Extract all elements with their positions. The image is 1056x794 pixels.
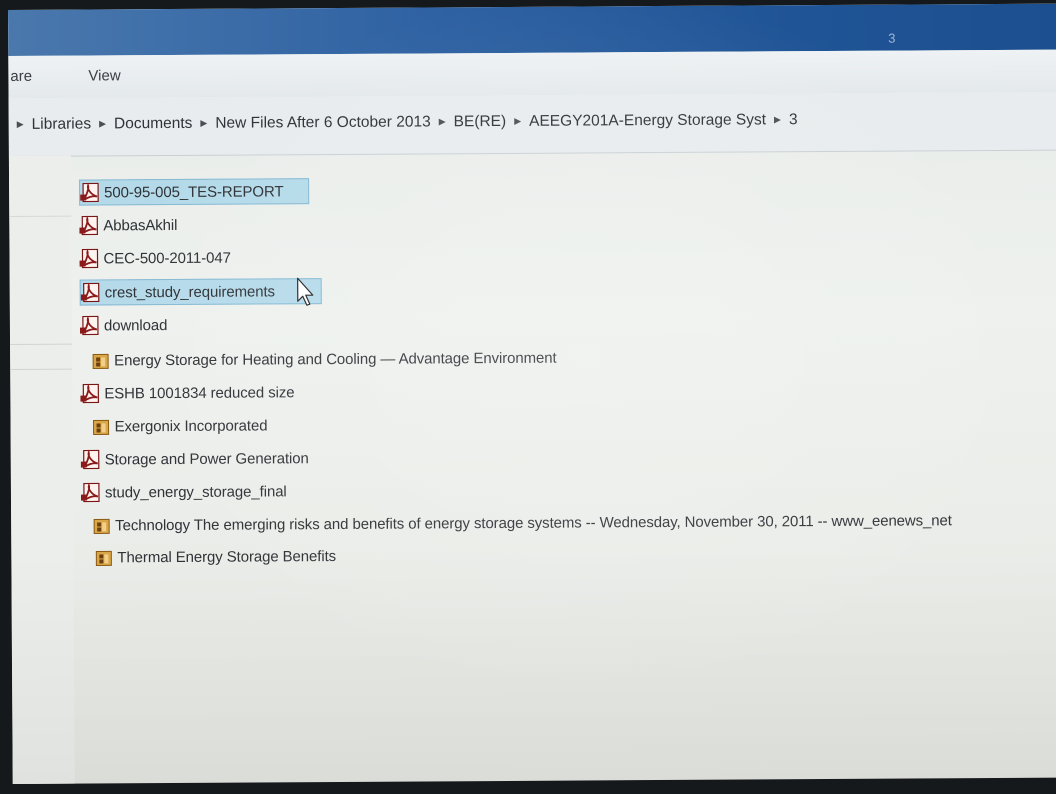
title-bar[interactable]: 3 bbox=[8, 3, 1056, 56]
chevron-right-icon[interactable]: ▶ bbox=[774, 114, 781, 125]
web-page-icon bbox=[90, 416, 112, 436]
chevron-right-icon[interactable]: ▶ bbox=[514, 116, 521, 127]
nav-divider bbox=[9, 215, 72, 217]
photo-frame: 3 are View ▶ Libraries ▶ Documents ▶ New File… bbox=[0, 0, 1056, 794]
menu-view[interactable]: View bbox=[88, 67, 120, 84]
file-row[interactable]: download bbox=[79, 312, 168, 339]
file-row[interactable]: AbbasAkhil bbox=[79, 212, 177, 239]
file-name: study_energy_storage_final bbox=[104, 482, 287, 501]
pdf-icon bbox=[80, 449, 103, 470]
file-row[interactable]: Energy Storage for Heating and Cooling —… bbox=[90, 345, 557, 374]
chevron-right-icon[interactable]: ▶ bbox=[17, 119, 24, 130]
breadcrumb-item[interactable]: AEEGY201A-Energy Storage Syst bbox=[529, 111, 766, 130]
file-row[interactable]: ESHB 1001834 reduced size bbox=[80, 379, 295, 406]
file-row[interactable]: CEC-500-2011-047 bbox=[79, 245, 231, 272]
pdf-icon bbox=[79, 215, 101, 236]
nav-item[interactable] bbox=[10, 343, 73, 370]
explorer-window: 3 are View ▶ Libraries ▶ Documents ▶ New File… bbox=[8, 3, 1056, 784]
chevron-right-icon[interactable]: ▶ bbox=[200, 118, 207, 129]
navigation-pane[interactable] bbox=[8, 155, 75, 784]
file-row[interactable]: 500-95-005_TES-REPORT bbox=[79, 178, 310, 206]
file-name: Technology The emerging risks and benefi… bbox=[115, 511, 952, 534]
pdf-icon bbox=[80, 182, 102, 203]
pdf-icon bbox=[80, 482, 103, 503]
file-name: ESHB 1001834 reduced size bbox=[104, 383, 295, 402]
file-name: AbbasAkhil bbox=[103, 216, 178, 234]
web-page-icon bbox=[90, 350, 112, 370]
file-name: download bbox=[103, 316, 168, 334]
breadcrumb-item[interactable]: BE(RE) bbox=[454, 113, 507, 131]
web-page-icon bbox=[93, 547, 115, 567]
breadcrumb-item[interactable]: New Files After 6 October 2013 bbox=[215, 113, 430, 132]
breadcrumb-item[interactable]: 3 bbox=[789, 111, 798, 129]
file-row[interactable]: crest_study_requirements bbox=[79, 278, 322, 306]
file-name: CEC-500-2011-047 bbox=[103, 249, 231, 267]
web-page-icon bbox=[91, 515, 113, 535]
file-row[interactable]: Storage and Power Generation bbox=[80, 445, 309, 472]
breadcrumb: ▶ Libraries ▶ Documents ▶ New Files After 6 O… bbox=[9, 111, 798, 134]
file-name: 500-95-005_TES-REPORT bbox=[104, 182, 284, 201]
file-name: Storage and Power Generation bbox=[104, 449, 309, 468]
breadcrumb-item[interactable]: Libraries bbox=[32, 115, 92, 133]
chevron-right-icon[interactable]: ▶ bbox=[439, 116, 446, 127]
pdf-icon bbox=[80, 282, 103, 303]
chevron-right-icon[interactable]: ▶ bbox=[99, 118, 106, 129]
file-name: crest_study_requirements bbox=[104, 282, 275, 301]
file-name: Exergonix Incorporated bbox=[114, 416, 268, 435]
pdf-icon bbox=[80, 383, 102, 404]
window-title: 3 bbox=[888, 30, 896, 46]
pdf-icon bbox=[79, 248, 101, 269]
address-bar[interactable]: ▶ Libraries ▶ Documents ▶ New Files After 6 O… bbox=[8, 91, 1056, 157]
file-row[interactable]: study_energy_storage_final bbox=[80, 478, 287, 505]
file-list: 500-95-005_TES-REPORT AbbasAkhil CEC-500-2… bbox=[79, 164, 1056, 566]
file-name: Energy Storage for Heating and Cooling —… bbox=[114, 349, 557, 369]
breadcrumb-item[interactable]: Documents bbox=[114, 115, 193, 133]
file-row[interactable]: Exergonix Incorporated bbox=[90, 412, 267, 439]
file-row[interactable]: Thermal Energy Storage Benefits bbox=[93, 543, 336, 570]
menu-share[interactable]: are bbox=[10, 68, 32, 85]
file-row[interactable]: Technology The emerging risks and benefi… bbox=[91, 507, 952, 538]
pdf-icon bbox=[79, 315, 102, 336]
mouse-cursor-icon bbox=[297, 277, 314, 306]
file-name: Thermal Energy Storage Benefits bbox=[117, 547, 337, 566]
